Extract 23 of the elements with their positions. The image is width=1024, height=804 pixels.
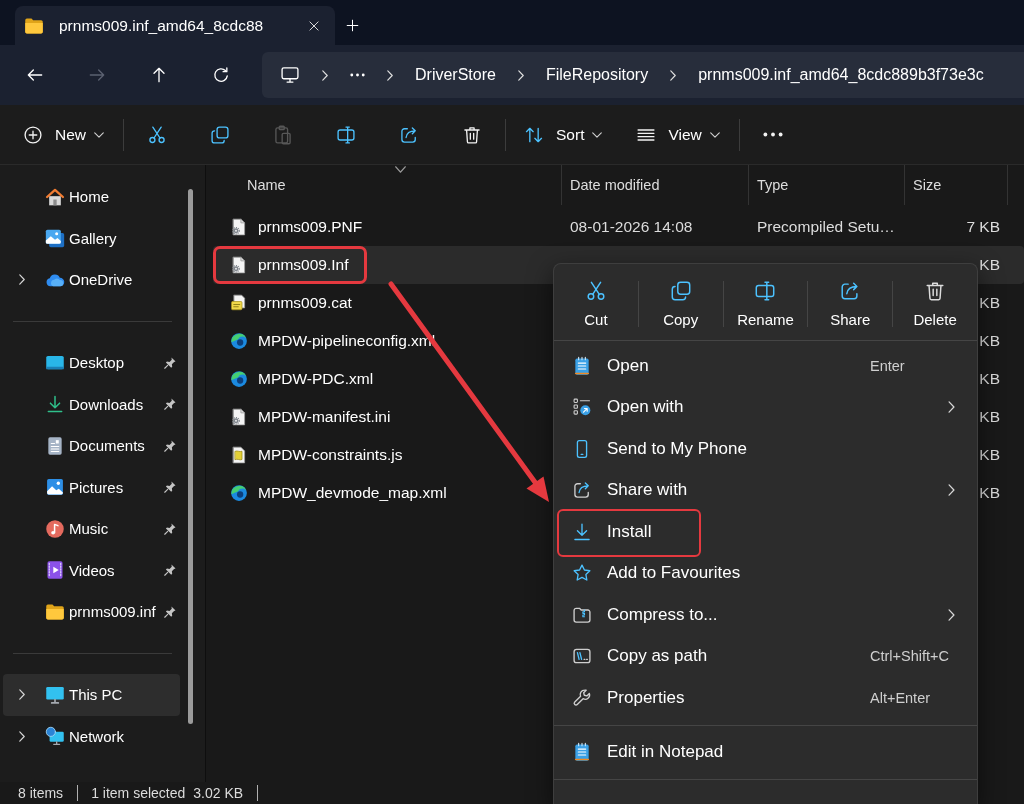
file-name: prnms009.Inf	[258, 256, 349, 274]
file-name: prnms009.cat	[258, 294, 352, 312]
file-size: KB	[979, 256, 1000, 274]
file-type: Precompiled Setu…	[757, 218, 895, 236]
shortcut-label: Enter	[870, 357, 905, 374]
file-size: KB	[979, 332, 1000, 350]
file-name: MPDW-PDC.xml	[258, 370, 374, 388]
file-size: 7 KB	[966, 218, 1000, 236]
file-name: MPDW-manifest.ini	[258, 408, 391, 426]
file-size: KB	[979, 446, 1000, 464]
file-name: MPDW-constraints.js	[258, 446, 403, 464]
file-size: KB	[979, 408, 1000, 426]
item-count: 8 items	[18, 785, 64, 801]
file-name: MPDW_devmode_map.xml	[258, 484, 447, 502]
file-size: KB	[979, 294, 1000, 312]
selection-status: 1 item selected	[91, 785, 186, 801]
modified-date: 08-01-2026 14:08	[570, 218, 693, 236]
shortcut-label: Alt+Enter	[870, 689, 931, 706]
file-size: KB	[979, 370, 1000, 388]
file-size: KB	[979, 484, 1000, 502]
selection-size: 3.02 KB	[193, 785, 244, 801]
file-name: prnms009.PNF	[258, 218, 363, 236]
shortcut-label: Ctrl+Shift+C	[870, 648, 949, 665]
